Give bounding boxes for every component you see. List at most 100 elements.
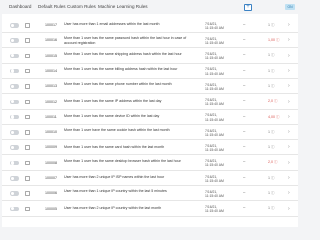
rule-enabled-toggle[interactable] <box>10 130 19 135</box>
rule-id: 100008 <box>45 160 57 165</box>
chevron-right-icon[interactable]: › <box>288 129 290 135</box>
rule-enabled-toggle[interactable] <box>10 191 19 196</box>
tab-machine-learning-rules[interactable]: Machine Learning Rules <box>98 4 148 10</box>
table-row[interactable]: 100012 More than 1 user has the same IP a… <box>2 95 298 110</box>
rule-value: – <box>243 21 246 27</box>
row-checkbox[interactable] <box>25 38 30 43</box>
rule-enabled-toggle[interactable] <box>10 68 19 74</box>
rule-hit-count[interactable]: 1 ⓘ <box>268 145 275 150</box>
table-row[interactable]: 100007 User has more than 2 unique IP ISP… <box>2 171 298 186</box>
rule-description: More than 1 user has the same phone numb… <box>64 82 172 87</box>
rule-value: – <box>243 128 246 134</box>
table-row[interactable]: 100015 More than 1 user has the same ship… <box>2 49 298 64</box>
rule-id: 100016 <box>45 38 57 43</box>
rule-hit-count[interactable]: 1,00 ⓘ <box>268 38 280 43</box>
tab-dashboard[interactable]: Dashboard <box>9 4 31 10</box>
rule-value: – <box>243 159 246 165</box>
table-row[interactable]: 100011 More than 1 user has the same devi… <box>2 110 298 125</box>
row-checkbox[interactable] <box>25 130 30 135</box>
rule-enabled-toggle[interactable] <box>10 176 19 181</box>
rule-updated-date: 7/16/21, 11:15:40 AM <box>205 189 224 198</box>
rule-hit-count[interactable]: 1 ⓘ <box>268 130 275 135</box>
rule-hit-count[interactable]: 1 ⓘ <box>268 176 275 181</box>
add-rule-button[interactable]: + <box>244 4 252 11</box>
status-badge[interactable]: ON <box>285 4 295 10</box>
rule-value: – <box>243 205 246 211</box>
chevron-right-icon[interactable]: › <box>288 99 290 105</box>
rule-hit-count[interactable]: 2,0 ⓘ <box>268 99 278 104</box>
row-checkbox[interactable] <box>25 53 30 59</box>
rule-description: User has more than 2 unique IP ISP names… <box>64 175 165 180</box>
rule-hit-count[interactable]: 1 ⓘ <box>268 206 275 211</box>
chevron-right-icon[interactable]: › <box>288 175 290 181</box>
rule-updated-date: 7/16/21, 11:15:40 AM <box>205 128 224 137</box>
table-row[interactable]: 100006 User has more than 1 unique IP cou… <box>2 186 298 202</box>
rule-enabled-toggle[interactable] <box>10 206 19 212</box>
rule-hit-count[interactable]: 1 ⓘ <box>268 23 275 28</box>
chevron-right-icon[interactable]: › <box>288 144 290 150</box>
rule-hit-count[interactable]: 1 ⓘ <box>268 191 275 196</box>
rule-hit-count[interactable]: 1 ⓘ <box>268 53 275 58</box>
rule-value: – <box>243 174 246 180</box>
rule-id: 100005 <box>45 206 57 211</box>
rule-value: – <box>243 37 246 43</box>
row-checkbox[interactable] <box>25 23 30 28</box>
rule-description: More than 1 user has the same device ID … <box>64 113 160 118</box>
row-checkbox[interactable] <box>25 68 30 74</box>
rule-enabled-toggle[interactable] <box>10 84 19 89</box>
table-row[interactable]: 100010 More than 1 user have the same coo… <box>2 125 298 141</box>
tab-custom-rules[interactable]: Custom Rules <box>67 4 96 10</box>
rule-hit-count[interactable]: 1 ⓘ <box>268 84 275 89</box>
row-checkbox[interactable] <box>25 99 30 104</box>
rule-hit-count[interactable]: 4,00 ⓘ <box>268 115 280 120</box>
rule-id: 100017 <box>45 23 57 27</box>
rule-id: 100015 <box>45 53 57 58</box>
rule-id: 100011 <box>45 114 57 119</box>
row-checkbox[interactable] <box>25 160 30 166</box>
row-checkbox[interactable] <box>25 176 30 181</box>
row-checkbox[interactable] <box>25 114 30 120</box>
chevron-right-icon[interactable]: › <box>288 53 290 59</box>
rule-id: 100006 <box>45 191 57 196</box>
row-checkbox[interactable] <box>25 84 30 89</box>
rule-enabled-toggle[interactable] <box>10 160 19 166</box>
chevron-right-icon[interactable]: › <box>288 190 290 196</box>
top-tabs: Dashboard Default Rules Custom Rules Mac… <box>0 0 300 14</box>
chevron-right-icon[interactable]: › <box>288 114 290 120</box>
rule-value: – <box>243 113 246 119</box>
chevron-right-icon[interactable]: › <box>288 206 290 212</box>
rule-hit-count[interactable]: 2,0 ⓘ <box>268 160 278 165</box>
rule-enabled-toggle[interactable] <box>10 99 19 104</box>
rule-id: 100009 <box>45 145 57 150</box>
rule-id: 100013 <box>45 84 57 89</box>
table-row[interactable]: 100014 More than 1 user has the same bill… <box>2 64 298 79</box>
row-checkbox[interactable] <box>25 191 30 196</box>
rule-value: – <box>243 144 246 150</box>
rule-enabled-toggle[interactable] <box>10 38 19 43</box>
rule-id: 100012 <box>45 99 57 104</box>
rule-enabled-toggle[interactable] <box>10 114 19 120</box>
table-row[interactable]: 100017 User has more than 1 email address… <box>2 18 298 33</box>
rule-updated-date: 7/16/21, 11:15:40 AM <box>205 82 224 91</box>
rule-description: More than 1 user has the same billing ad… <box>64 66 178 71</box>
chevron-right-icon[interactable]: › <box>288 68 290 74</box>
chevron-right-icon[interactable]: › <box>288 37 290 43</box>
table-row[interactable]: 100005 User has more than 2 unique IP cou… <box>2 202 298 217</box>
chevron-right-icon[interactable]: › <box>288 160 290 166</box>
table-row[interactable]: 100016 More than 1 user has the same pass… <box>2 33 298 49</box>
chevron-right-icon[interactable]: › <box>288 22 290 28</box>
table-row[interactable]: 100013 More than 1 user has the same phon… <box>2 79 298 95</box>
chevron-right-icon[interactable]: › <box>288 83 290 89</box>
rule-updated-date: 7/16/21, 11:15:40 AM <box>205 21 224 30</box>
tab-default-rules[interactable]: Default Rules <box>38 4 66 10</box>
rule-description: More than 1 user has the same IP address… <box>64 98 162 103</box>
row-checkbox[interactable] <box>25 145 30 150</box>
row-checkbox[interactable] <box>25 206 30 212</box>
table-row[interactable]: 100008 More than 1 user has the same desk… <box>2 156 298 171</box>
rule-hit-count[interactable]: 1 ⓘ <box>268 69 275 74</box>
rule-description: User has more than 1 unique IP country w… <box>64 189 167 194</box>
rule-enabled-toggle[interactable] <box>10 145 19 150</box>
rule-enabled-toggle[interactable] <box>10 23 19 28</box>
table-row[interactable]: 100009 More than 1 user has the same card… <box>2 140 298 156</box>
rule-enabled-toggle[interactable] <box>10 53 19 59</box>
